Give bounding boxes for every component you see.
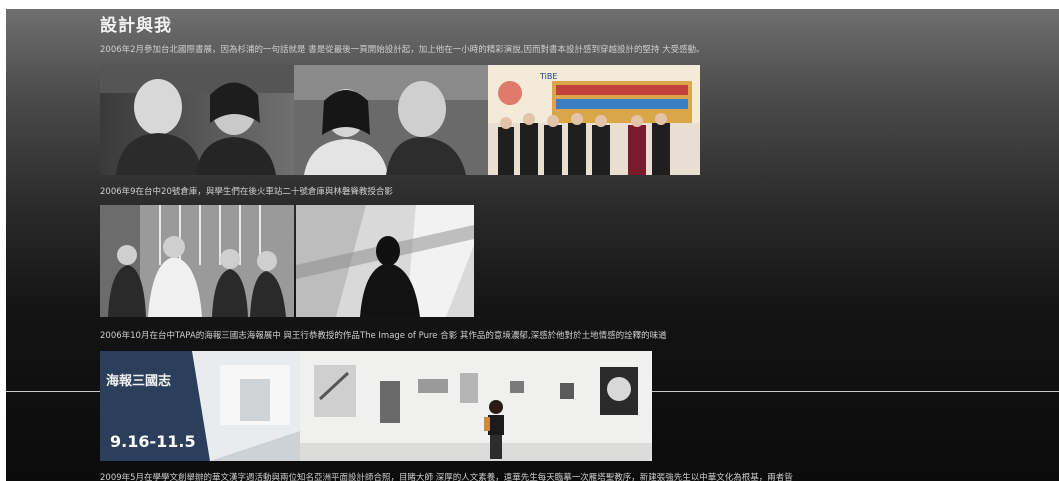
photo-silhouette-shadow <box>296 205 474 317</box>
photo-portrait-pair <box>294 65 488 175</box>
photo-poster-exhibition-entrance: 海報三國志 9.16-11.5 <box>100 351 300 461</box>
photo-portrait-couple <box>100 65 294 175</box>
entry-caption-3: 2006年10月在台中TAPA的海報三國志海報展中 與王行恭教授的作品The I… <box>100 331 667 341</box>
photo-group-book-fair: TiBE <box>488 65 700 175</box>
entry-caption-2: 2006年9在台中20號倉庫，與學生們在後火車站二十號倉庫與林磐聳教授合影 <box>100 187 393 197</box>
section-title: 設計與我 <box>100 16 172 36</box>
tibe-logo-text: TiBE <box>539 72 557 81</box>
poster-title-text: 海報三國志 <box>106 373 171 389</box>
entry-caption-1: 2006年2月參加台北國際書展，因為杉浦的一句話就是 書是從最後一頁開始設計起，… <box>100 45 705 55</box>
poster-date-text: 9.16-11.5 <box>110 432 196 451</box>
photo-exhibition-wall-portrait <box>300 351 652 461</box>
photo-group-warehouse <box>100 205 294 317</box>
page-background: 設計與我 2006年2月參加台北國際書展，因為杉浦的一句話就是 書是從最後一頁開… <box>6 9 1059 481</box>
entry-caption-4: 2009年5月在學學文創舉辦的華文漢字週活動與兩位知名亞洲平面設計師合照，目睹大… <box>100 473 793 481</box>
